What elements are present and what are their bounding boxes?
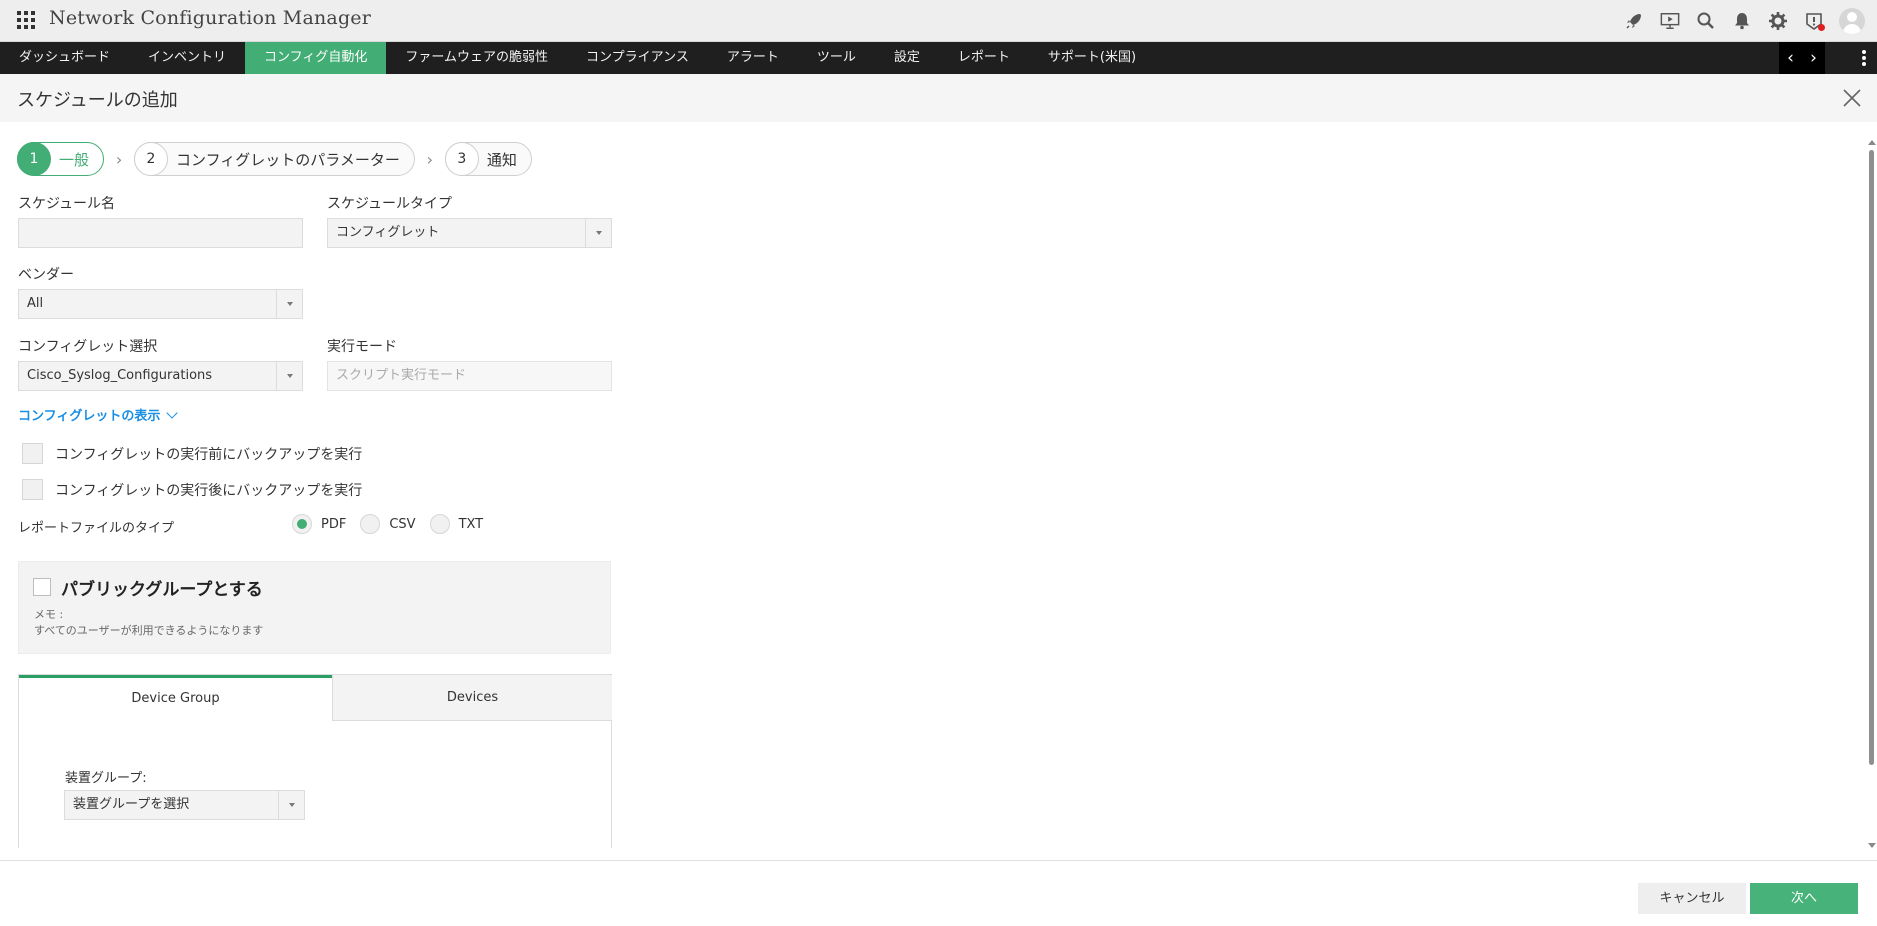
page-title: スケジュールの追加 (17, 90, 178, 111)
gear-icon[interactable] (1767, 10, 1789, 32)
nav-item[interactable]: サポート(米国) (1029, 42, 1155, 74)
step-label: 通知 (486, 150, 517, 169)
show-configlet-link[interactable]: コンフィグレットの表示 (18, 405, 179, 424)
schedule-type-select[interactable]: コンフィグレット (327, 218, 612, 248)
tab-devices[interactable]: Devices (332, 675, 612, 721)
radio-txt[interactable] (429, 514, 450, 534)
chevron-down-icon (166, 406, 179, 419)
backup-before-label: コンフィグレットの実行前にバックアップを実行 (55, 446, 363, 463)
nav-item[interactable]: 設定 (875, 42, 939, 74)
nav-prev-icon[interactable]: ‹ (1787, 48, 1794, 68)
step-configlet-params[interactable]: 2 コンフィグレットのパラメーター (134, 141, 415, 176)
configlet-select-label: コンフィグレット選択 (18, 339, 158, 355)
chevron-right-icon: › (426, 149, 434, 169)
show-configlet-label: コンフィグレットの表示 (18, 409, 161, 424)
step-number: 2 (134, 141, 169, 176)
chevron-down-icon[interactable] (276, 290, 302, 318)
cancel-button[interactable]: キャンセル (1638, 883, 1746, 914)
exec-mode-label: 実行モード (327, 339, 397, 355)
wizard-steps: 1 一般 › 2 コンフィグレットのパラメーター › 3 通知 (17, 141, 532, 176)
memo-label: メモ : (34, 608, 64, 621)
tab-device-group[interactable]: Device Group (19, 675, 332, 721)
app-header: Network Configuration Manager (0, 0, 1877, 42)
main-nav: ダッシュボード インベントリ コンフィグ自動化 ファームウェアの脆弱性 コンプライアンス… (0, 42, 1877, 74)
radio-pdf[interactable] (292, 514, 312, 534)
configlet-value: Cisco_Syslog_Configurations (27, 368, 213, 383)
app-grid-icon[interactable] (17, 11, 35, 29)
chevron-down-icon[interactable] (278, 791, 304, 819)
more-menu-icon[interactable] (1862, 50, 1866, 66)
device-group-label: 装置グループ: (65, 771, 147, 786)
footer-actions: キャンセル 次へ (0, 860, 1877, 926)
report-type-radios: PDF CSV TXT (292, 514, 497, 534)
scroll-up-icon[interactable] (1868, 140, 1876, 145)
step-label: 一般 (59, 150, 90, 169)
nav-item[interactable]: ファームウェアの脆弱性 (386, 42, 567, 74)
device-selection-panel: Device Group Devices 装置グループ: 装置グループを選択 (18, 674, 612, 848)
vendor-select[interactable]: All (18, 289, 303, 319)
nav-item[interactable]: コンプライアンス (567, 42, 708, 74)
device-group-select[interactable]: 装置グループを選択 (64, 790, 305, 820)
nav-scroll-arrows: ‹ › (1779, 42, 1825, 74)
vertical-scrollbar[interactable] (1868, 140, 1876, 848)
schedule-type-label: スケジュールタイプ (327, 196, 453, 212)
chevron-right-icon: › (115, 149, 123, 169)
backup-before-checkbox[interactable] (22, 443, 43, 464)
avatar[interactable] (1839, 8, 1865, 34)
public-group-box: パブリックグループとする メモ : すべてのユーザーが利用できるようになります (18, 561, 611, 654)
radio-csv[interactable] (360, 514, 381, 534)
close-icon[interactable] (1841, 87, 1863, 109)
scroll-down-icon[interactable] (1868, 843, 1876, 848)
next-button[interactable]: 次へ (1750, 883, 1858, 914)
alert-shield-icon[interactable] (1803, 10, 1825, 32)
search-icon[interactable] (1695, 10, 1717, 32)
configlet-select[interactable]: Cisco_Syslog_Configurations (18, 361, 303, 391)
step-number: 3 (444, 141, 479, 176)
step-notification[interactable]: 3 通知 (444, 141, 532, 176)
schedule-type-value: コンフィグレット (336, 225, 440, 240)
radio-txt-label: TXT (458, 516, 484, 532)
scroll-thumb[interactable] (1869, 150, 1874, 765)
nav-item[interactable]: ツール (798, 42, 875, 74)
schedule-name-label: スケジュール名 (18, 196, 116, 212)
nav-items: ダッシュボード インベントリ コンフィグ自動化 ファームウェアの脆弱性 コンプライアンス… (0, 42, 1155, 74)
vendor-label: ベンダー (18, 267, 74, 283)
backup-after-label: コンフィグレットの実行後にバックアップを実行 (55, 482, 363, 499)
app-title: Network Configuration Manager (49, 7, 372, 29)
step-general[interactable]: 1 一般 (17, 141, 105, 176)
radio-csv-label: CSV (389, 516, 416, 532)
nav-item[interactable]: ダッシュボード (0, 42, 129, 74)
radio-pdf-label: PDF (321, 516, 347, 532)
rocket-icon[interactable] (1623, 10, 1645, 32)
memo-text: すべてのユーザーが利用できるようになります (34, 624, 264, 637)
bell-icon[interactable] (1731, 10, 1753, 32)
nav-next-icon[interactable]: › (1810, 48, 1817, 68)
public-group-memo: メモ : すべてのユーザーが利用できるようになります (34, 607, 263, 639)
device-group-value: 装置グループを選択 (73, 797, 190, 812)
alert-badge (1818, 24, 1825, 31)
chevron-down-icon[interactable] (276, 362, 302, 390)
nav-item[interactable]: アラート (708, 42, 798, 74)
presentation-icon[interactable] (1659, 10, 1681, 32)
nav-item[interactable]: インベントリ (129, 42, 245, 74)
schedule-name-input[interactable] (18, 218, 303, 248)
nav-item[interactable]: レポート (939, 42, 1029, 74)
chevron-down-icon[interactable] (585, 219, 611, 247)
exec-mode-input: スクリプト実行モード (327, 361, 612, 391)
header-icons (1623, 7, 1865, 35)
report-type-label: レポートファイルのタイプ (18, 521, 175, 536)
backup-after-row: コンフィグレットの実行後にバックアップを実行 (22, 479, 362, 500)
vendor-value: All (27, 296, 44, 311)
nav-item[interactable]: コンフィグ自動化 (245, 42, 387, 74)
public-group-title: パブリックグループとする (61, 580, 263, 600)
backup-after-checkbox[interactable] (22, 479, 43, 500)
step-number: 1 (17, 141, 51, 176)
public-group-checkbox[interactable] (33, 578, 51, 596)
page-header: スケジュールの追加 (0, 74, 1877, 122)
step-label: コンフィグレットのパラメーター (176, 150, 400, 169)
backup-before-row: コンフィグレットの実行前にバックアップを実行 (22, 443, 362, 464)
